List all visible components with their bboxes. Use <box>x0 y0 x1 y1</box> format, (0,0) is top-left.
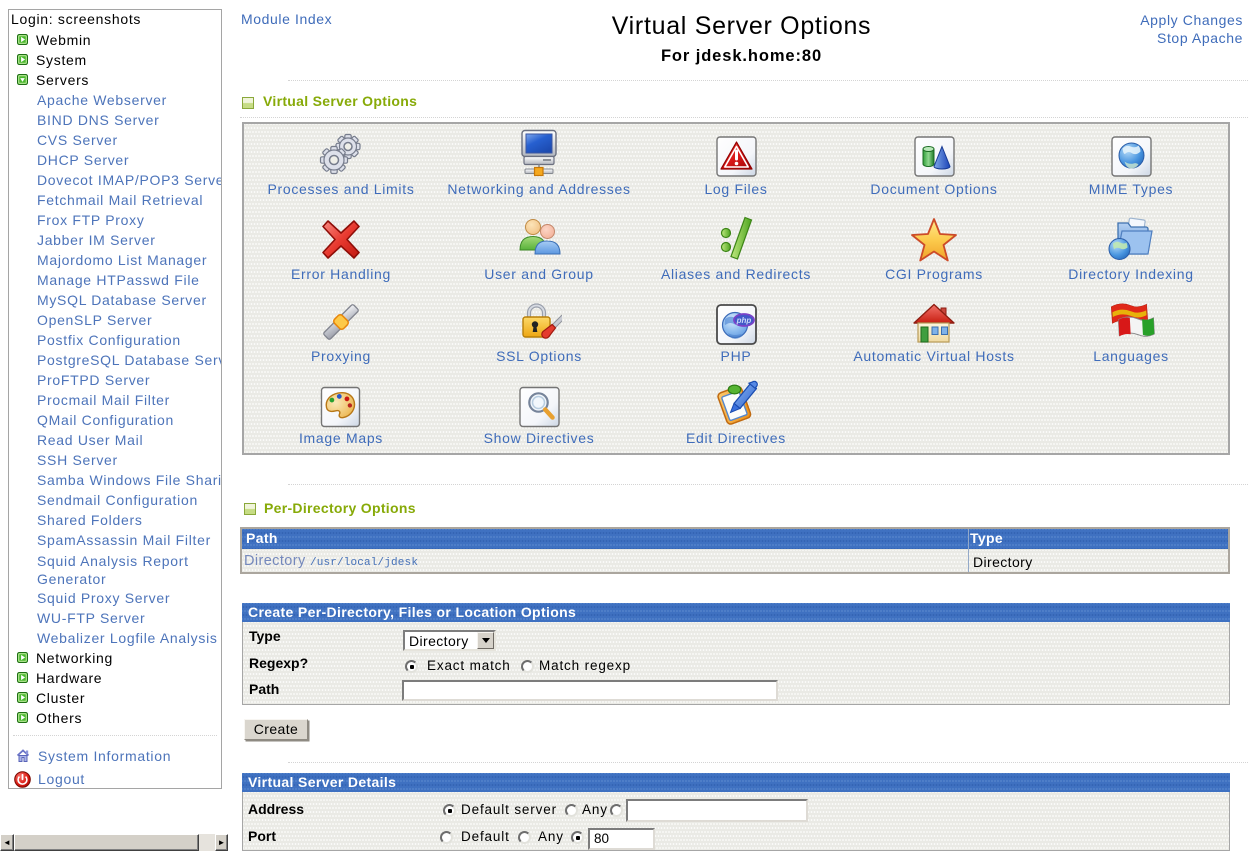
svg-text:php: php <box>735 316 751 325</box>
